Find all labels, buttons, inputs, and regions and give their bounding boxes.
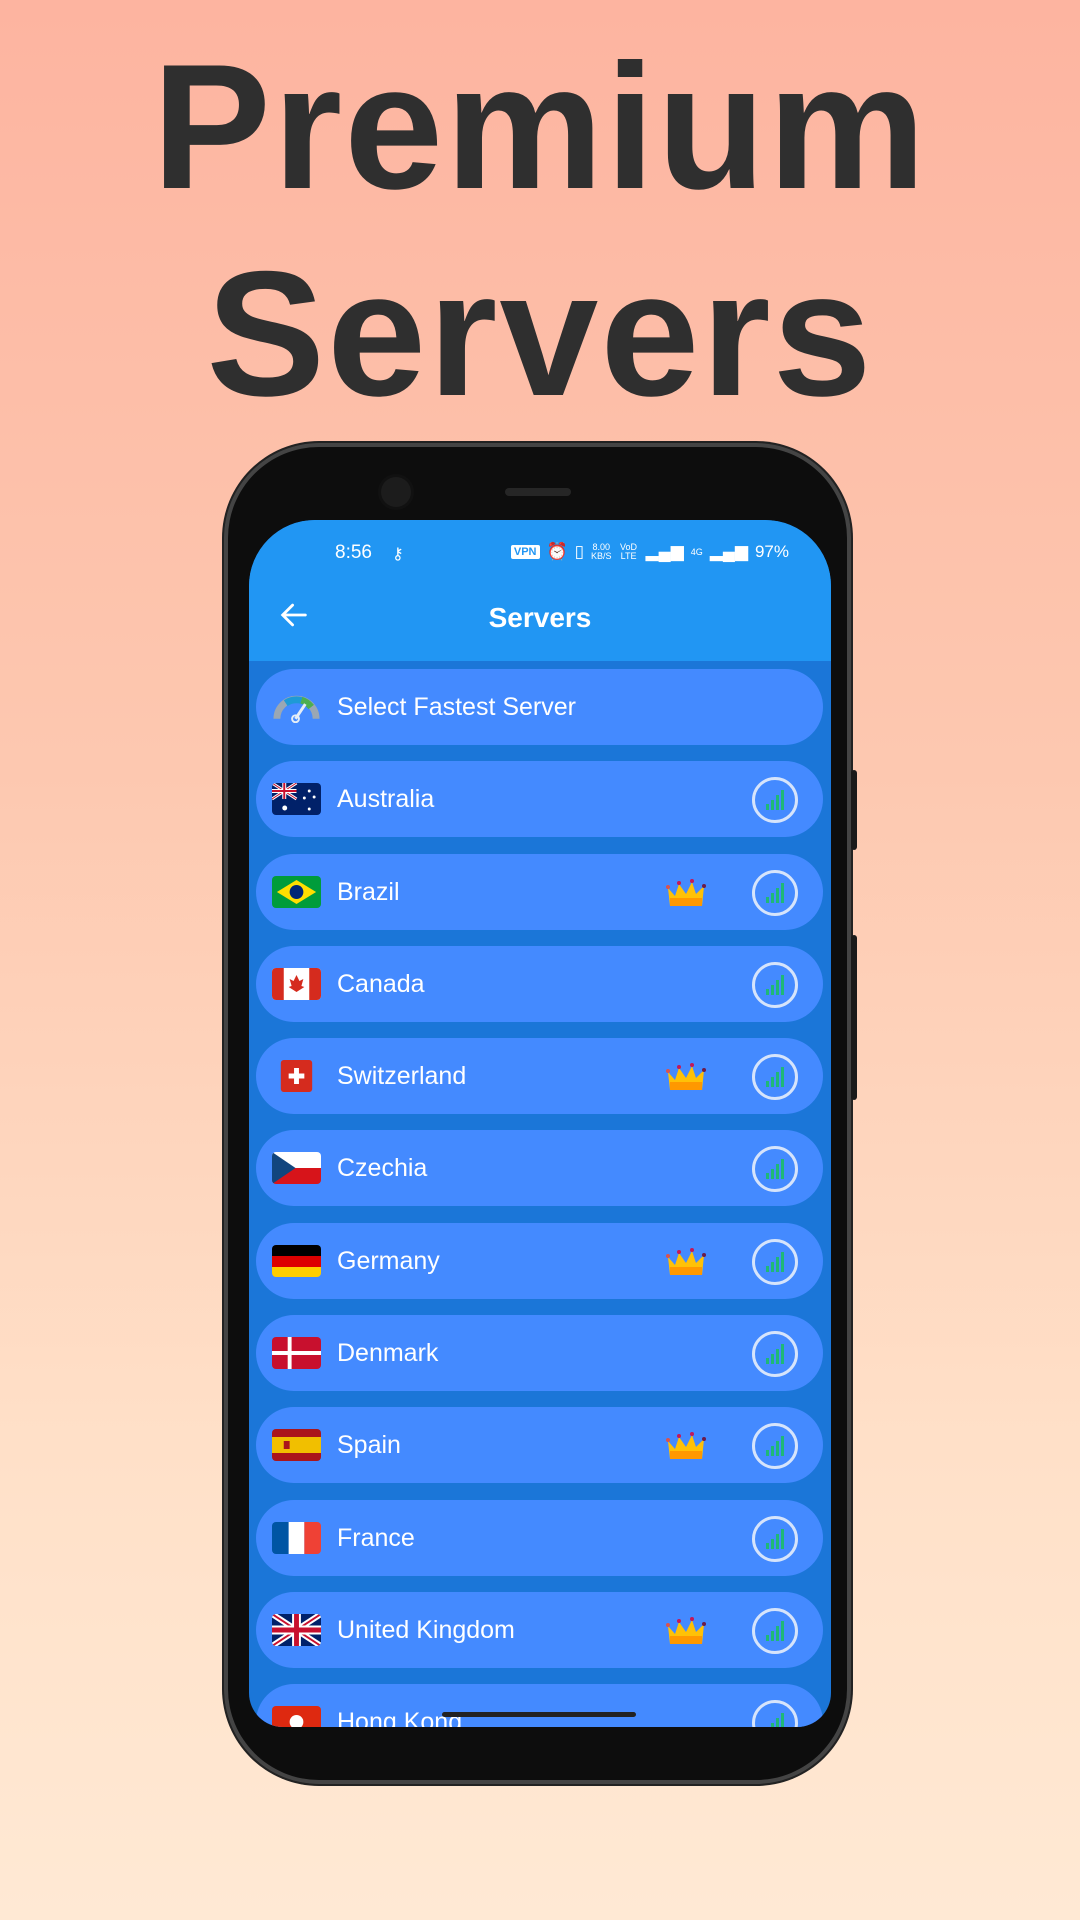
server-name: Switzerland [337,1062,467,1091]
app-bar: 8:56 ⚷ VPN ⏰ ▯ 8.00 KB/S VoD LTE ▂▄▆ 4G ▂… [249,520,831,661]
signal-strength-icon[interactable] [752,869,798,916]
server-row-fr[interactable]: France [256,1499,823,1576]
flag-br-icon [272,875,321,908]
home-indicator[interactable] [442,1712,636,1717]
signal-strength-icon[interactable] [752,1607,798,1654]
server-list: Select Fastest Server Australia Brazil Can… [256,669,823,1727]
server-name: Hong Kong [337,1708,463,1727]
battery-level: 97% [754,542,789,561]
earpiece [505,488,571,496]
flag-dk-icon [272,1337,321,1370]
server-row-de[interactable]: Germany [256,1222,823,1299]
server-row-gb[interactable]: United Kingdom [256,1591,823,1668]
server-row-es[interactable]: Spain [256,1407,823,1484]
server-name: United Kingdom [337,1615,515,1644]
server-row-au[interactable]: Australia [256,761,823,838]
crown-icon [665,1245,707,1277]
signal-strength-icon[interactable] [752,1146,798,1193]
signal-strength-icon[interactable] [752,1331,798,1378]
speedometer-icon [273,695,320,723]
vpn-badge: VPN [510,545,540,559]
signal-icon: ▂▄▆ [645,542,684,561]
select-fastest-server[interactable]: Select Fastest Server [256,669,823,745]
volume-button [851,770,857,850]
headline-line1: Premium [152,27,928,226]
signal-strength-icon[interactable] [752,1700,798,1727]
server-row-ch[interactable]: Switzerland [256,1038,823,1115]
vpn-key-icon: ⚷ [392,546,404,563]
page-title: Servers [488,602,592,633]
alarm-icon: ⏰ [546,542,568,561]
server-row-cz[interactable]: Czechia [256,1130,823,1207]
server-name: France [337,1523,415,1552]
front-camera [381,477,411,507]
flag-ch-icon [280,1060,313,1093]
server-name: Australia [337,785,435,814]
flag-ca-icon [272,967,321,1000]
signal-strength-icon[interactable] [752,1515,798,1562]
flag-fr-icon [272,1521,321,1554]
crown-icon [665,1614,707,1646]
signal-icon-2: ▂▄▆ [709,542,748,561]
volte-indicator: VoD LTE [620,542,638,561]
flag-cz-icon [272,1152,321,1185]
server-name: Czechia [337,1154,428,1183]
flag-hk-icon [272,1706,321,1727]
crown-icon [665,876,707,908]
server-name: Germany [337,1246,440,1275]
flag-es-icon [272,1429,321,1462]
signal-strength-icon[interactable] [752,1054,798,1101]
server-row-ca[interactable]: Canada [256,945,823,1022]
network-type: 4G [690,546,703,557]
headline-line2: Servers [206,234,874,433]
server-row-br[interactable]: Brazil [256,853,823,930]
signal-strength-icon[interactable] [752,1423,798,1470]
flag-au-icon [272,783,321,816]
server-name: Canada [337,969,425,998]
signal-strength-icon[interactable] [752,777,798,824]
server-name: Spain [337,1431,401,1460]
signal-strength-icon[interactable] [752,961,798,1008]
app-screen: 8:56 ⚷ VPN ⏰ ▯ 8.00 KB/S VoD LTE ▂▄▆ 4G ▂… [249,520,831,1727]
vibrate-icon: ▯ [574,542,585,561]
flag-de-icon [272,1244,321,1277]
server-name: Brazil [337,877,400,906]
server-row-hk[interactable]: Hong Kong [256,1684,823,1727]
server-name: Denmark [337,1339,439,1368]
network-speed: 8.00 KB/S [591,542,612,561]
flag-gb-icon [272,1613,321,1646]
status-time: 8:56 [335,542,372,563]
server-row-dk[interactable]: Denmark [256,1315,823,1392]
signal-strength-icon[interactable] [752,1238,798,1285]
fastest-label: Select Fastest Server [337,693,576,721]
status-bar: 8:56 ⚷ VPN ⏰ ▯ 8.00 KB/S VoD LTE ▂▄▆ 4G ▂… [249,542,831,572]
crown-icon [665,1060,707,1092]
power-button [851,935,857,1100]
crown-icon [665,1429,707,1461]
